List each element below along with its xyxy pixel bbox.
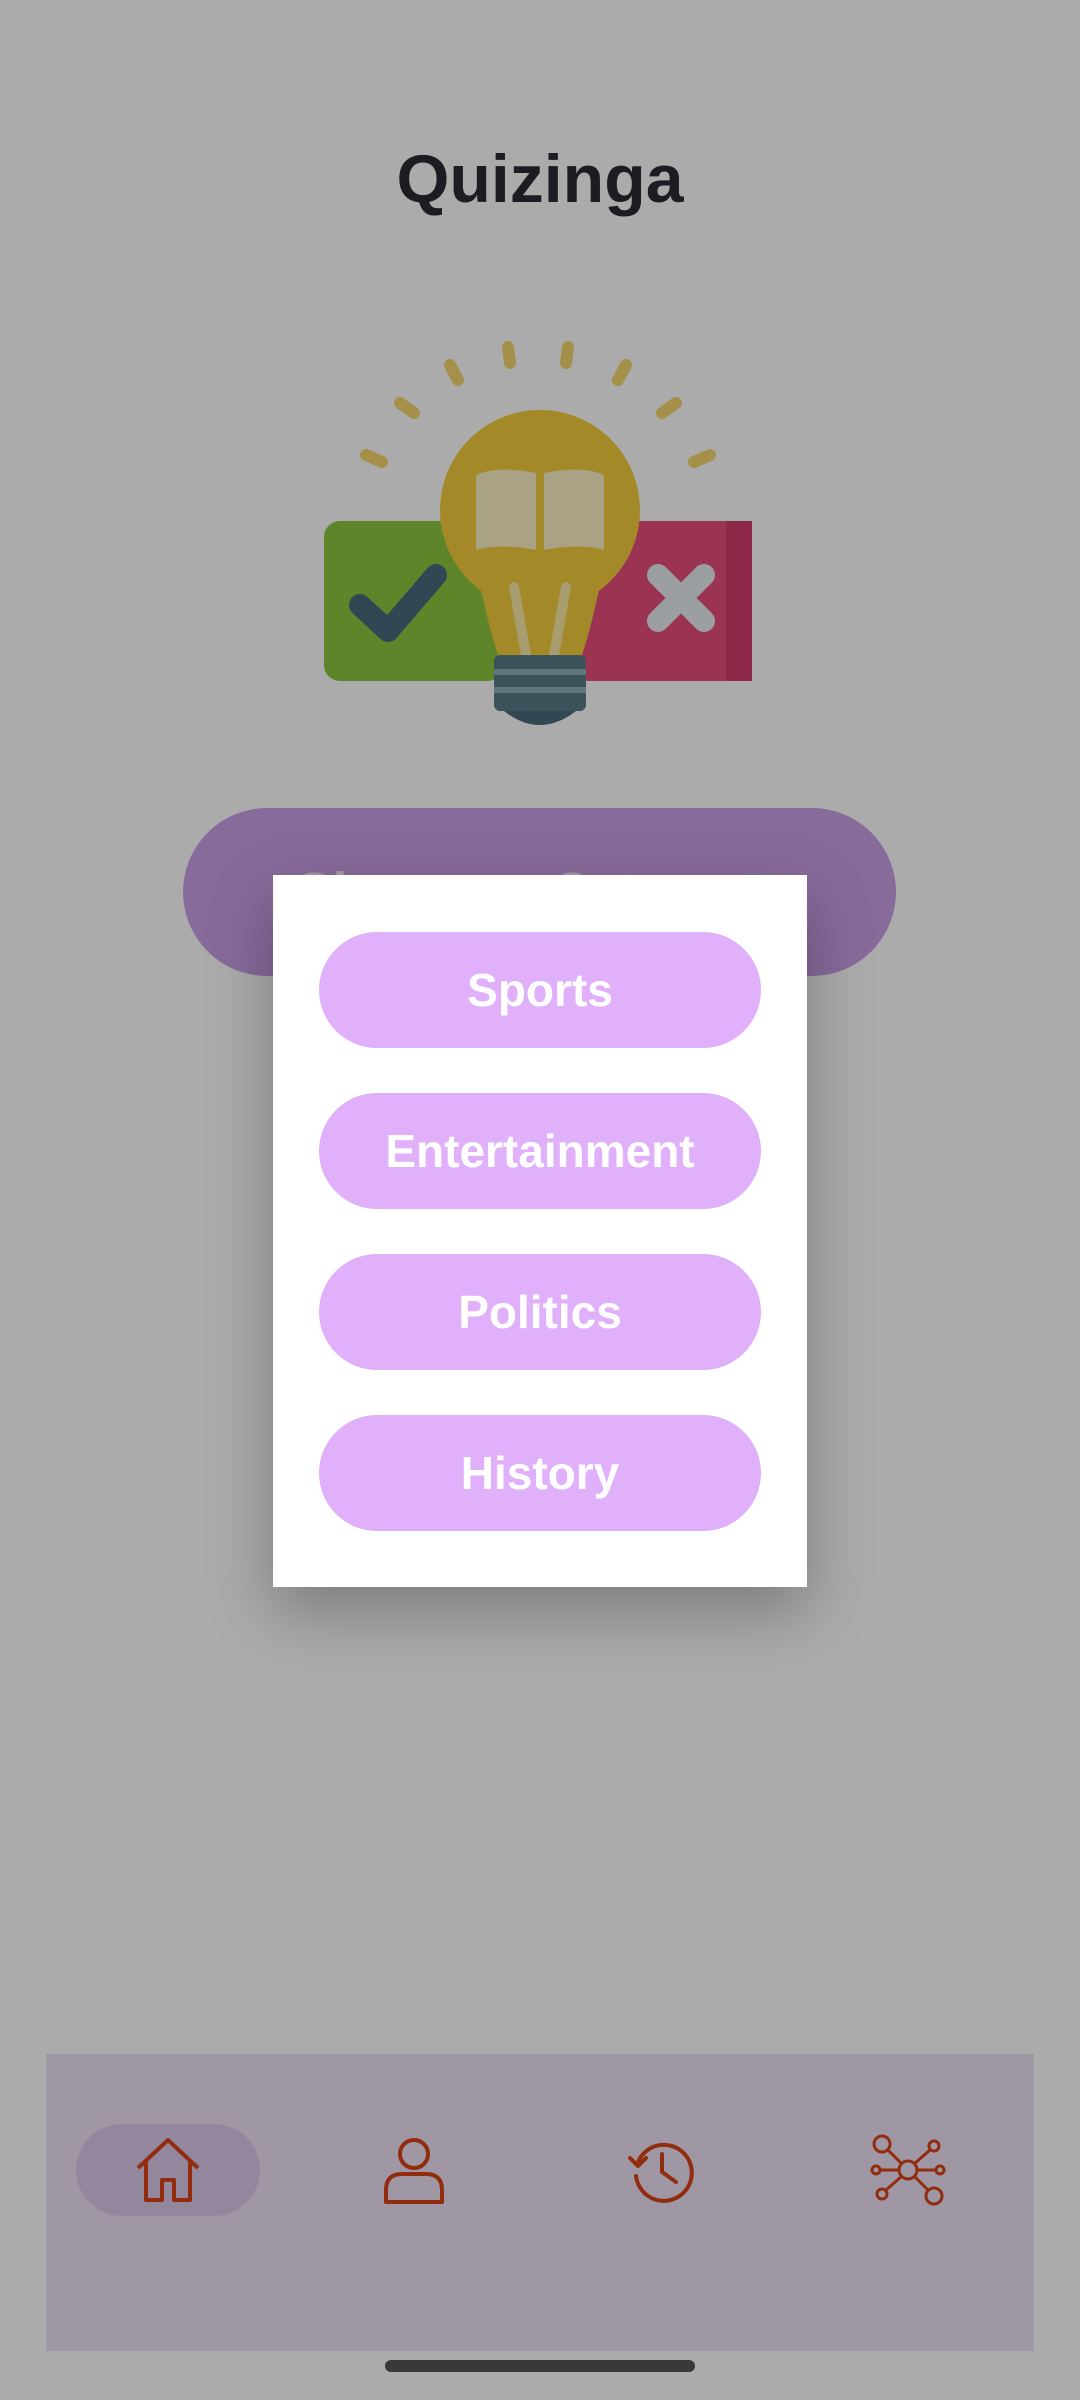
category-sports-button[interactable]: Sports: [319, 932, 761, 1048]
category-politics-button[interactable]: Politics: [319, 1254, 761, 1370]
category-entertainment-button[interactable]: Entertainment: [319, 1093, 761, 1209]
category-dialog: Sports Entertainment Politics History: [273, 875, 807, 1587]
quiz-home-screen: 11:55 LTE 34% Quizinga Sports Entertainm…: [0, 0, 1080, 2400]
category-history-button[interactable]: History: [319, 1415, 761, 1531]
